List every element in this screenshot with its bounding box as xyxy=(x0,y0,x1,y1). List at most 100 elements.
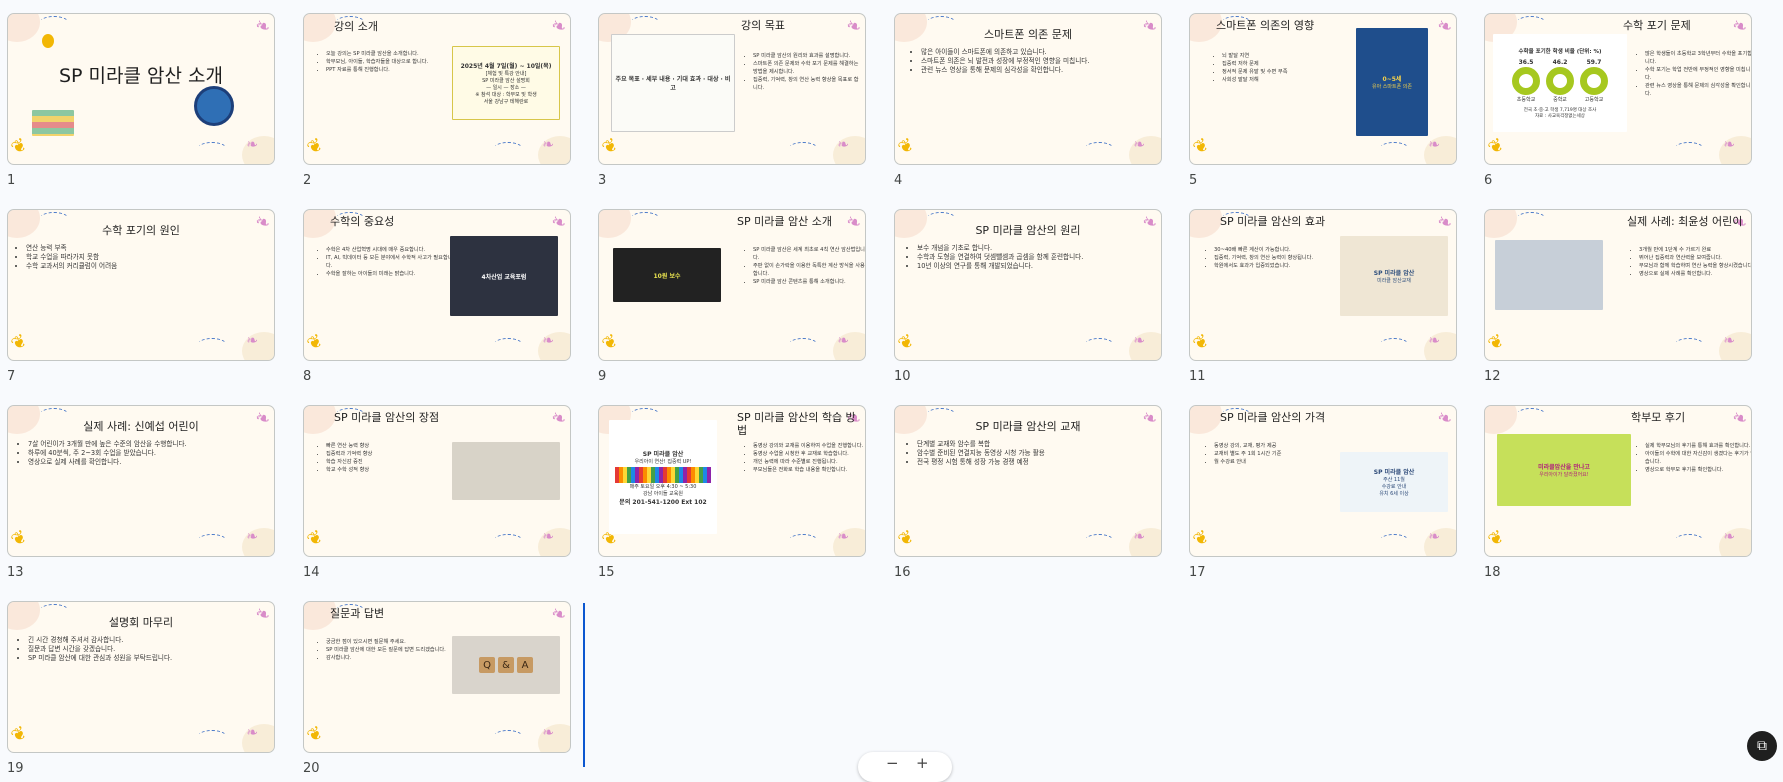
slide-number: 18 xyxy=(1484,565,1501,580)
slide-preview[interactable]: ❦❧❧SP 미라클 암산의 원리보수 개념을 기초로 합니다.수학과 도형을 연… xyxy=(894,209,1162,361)
slide-preview[interactable]: ❦ ❧ ❧ 스마트폰 의존의 영향뇌 발달 지연집중력 저하 문제정서적 문제 유발 … xyxy=(1189,13,1457,165)
donut-value: 36.5 xyxy=(1518,59,1534,66)
bullet-item: 전국 평정 시험 통해 성장 가능 경쟁 예정 xyxy=(917,458,1157,467)
leaf-icon: ❧ xyxy=(547,406,570,431)
bullet-item: 감사합니다. xyxy=(326,654,454,662)
bullet-item: 학부모님, 아이들, 학습자들을 대상으로 합니다. xyxy=(326,58,456,66)
bullet-item: 스마트폰 의존 문제와 수학 포기 문제를 해결하는 방법을 제시합니다. xyxy=(753,60,863,76)
slide-thumbnail-16[interactable]: ❦❧❧SP 미라클 암산의 교재단계별 교재와 암수를 복합암수별 준비된 연결… xyxy=(892,403,1164,580)
assistant-button[interactable]: ⧉ xyxy=(1747,731,1777,761)
slide-preview[interactable]: ❦❧❧실제 사례: 신예섭 어린이7살 어린이가 3개월 만에 높은 수준의 암… xyxy=(7,405,275,557)
leaf-icon: ❧ xyxy=(1723,137,1735,153)
zoom-control[interactable]: − + xyxy=(858,752,952,782)
slide-image xyxy=(1495,240,1603,310)
bullet-list: 동영상 강의와 교재를 이용하여 수업을 진행합니다.동영상 수업을 시청한 후… xyxy=(743,442,865,474)
bullet-item: 부모님들은 전화로 학습 내용을 확인합니다. xyxy=(753,466,865,474)
bullet-item: 집중력, 기억력, 창의 연산 능력이 향상됩니다. xyxy=(1214,254,1344,262)
slide-thumbnail-2[interactable]: ❦ ❧ ❧ 강의 소개오늘 강의는 SP 미라클 암산을 소개합니다.학부모님, 아이… xyxy=(301,11,573,188)
slide-preview[interactable]: ❦❧❧실제 사례: 최윤성 어린이3개월 만에 1단계 수 가르기 완료뛰어난 … xyxy=(1484,209,1752,361)
slide-thumbnail-4[interactable]: ❦❧❧스마트폰 의존 문제많은 아이들이 스마트폰에 의존하고 있습니다.스마트… xyxy=(892,11,1164,188)
bullet-item: 학습 자신감 증진 xyxy=(326,458,456,466)
bullet-item: 영상으로 학부모 후기를 확인합니다. xyxy=(1645,466,1751,474)
leaf-icon: ❧ xyxy=(837,137,849,153)
slide-number: 16 xyxy=(894,565,911,580)
bullet-item: 동영상 수업을 시청한 후 교재로 학습합니다. xyxy=(753,450,865,458)
bullet-item: 10년 이상의 연구를 통해 개발되었습니다. xyxy=(917,262,1157,271)
slide-thumbnail-6[interactable]: ❦ ❧ ❧ 수학 포기 문제많은 학생들이 초등학교 3학년부터 수학을 포기합니다.… xyxy=(1482,11,1754,188)
slide-preview[interactable]: ❦ ❧ ❧ SP 미라클 암산의 효과 30~40배 빠른 계산이 가능합니다.집중력,… xyxy=(1189,209,1457,361)
slide-image: Q & A xyxy=(452,636,560,694)
slide-number: 8 xyxy=(303,369,312,384)
zoom-out-button[interactable]: − xyxy=(886,754,899,772)
bullet-item: 궁금한 점이 있으시면 질문해 주세요. xyxy=(326,638,454,646)
slide-thumbnail-11[interactable]: ❦ ❧ ❧ SP 미라클 암산의 효과 30~40배 빠른 계산이 가능합니다.집중력,… xyxy=(1187,207,1459,384)
leaf-icon: ❧ xyxy=(246,725,258,741)
leaf-icon: ❧ xyxy=(1433,210,1456,235)
slide-title: 질문과 답변 xyxy=(330,607,385,620)
leaf-icon: ❦ xyxy=(303,525,328,552)
slide-thumbnail-3[interactable]: ❦ ❧ ❧ 강의 목표 SP 미라클 암산의 원리와 효과를 설명합니다.스마트폰 의존… xyxy=(596,11,868,188)
slide-preview[interactable]: ❦ ❧ ❧ 강의 목표 SP 미라클 암산의 원리와 효과를 설명합니다.스마트폰 의존… xyxy=(598,13,866,165)
slide-thumbnail-17[interactable]: ❦ ❧ ❧ SP 미라클 암산의 가격동영상 강의, 교재, 평가 제공교재비 별도 … xyxy=(1187,403,1459,580)
slide-title: 실제 사례: 최윤성 어린이 xyxy=(1627,215,1743,228)
bullet-item: 집중력과 기억력 향상 xyxy=(326,450,456,458)
slide-number: 11 xyxy=(1189,369,1206,384)
slide-thumbnail-12[interactable]: ❦❧❧실제 사례: 최윤성 어린이3개월 만에 1단계 수 가르기 완료뛰어난 … xyxy=(1482,207,1754,384)
slide-title: 실제 사례: 신예섭 어린이 xyxy=(83,420,199,433)
slide-preview[interactable]: ❦ ❧ ❧ SP 미라클 암산의 가격동영상 강의, 교재, 평가 제공교재비 별도 … xyxy=(1189,405,1457,557)
bullet-item: 교재비 별도 주 1회 1시간 기준 xyxy=(1214,450,1342,458)
slide-thumbnail-5[interactable]: ❦ ❧ ❧ 스마트폰 의존의 영향뇌 발달 지연집중력 저하 문제정서적 문제 유발 … xyxy=(1187,11,1459,188)
slide-thumbnail-9[interactable]: ❦ ❧ ❧ SP 미라클 암산 소개 SP 미라클 암산은 세계 최초로 4칙 연산 암… xyxy=(596,207,868,384)
slide-thumbnail-7[interactable]: ❦❧❧수학 포기의 원인연산 능력 부족학교 수업을 따라가지 못함수학 교과서… xyxy=(5,207,277,384)
slide-thumbnail-15[interactable]: ❦❧❧SP 미라클 암산의 학습 방법동영상 강의와 교재를 이용하여 수업을 … xyxy=(596,403,868,580)
slide-thumbnail-1[interactable]: ❦ ❧ ❧ SP 미라클 암산 소개 1 xyxy=(5,11,277,188)
bullet-item: 수학과 도형을 연결하여 덧셈뺄셈과 곱셈을 함께 훈련합니다. xyxy=(917,253,1157,262)
slide-preview[interactable]: ❦ ❧ ❧ 수학 포기 문제많은 학생들이 초등학교 3학년부터 수학을 포기합니다.… xyxy=(1484,13,1752,165)
donut-label: 고등학교 xyxy=(1584,97,1604,103)
slide-thumbnail-13[interactable]: ❦❧❧실제 사례: 신예섭 어린이7살 어린이가 3개월 만에 높은 수준의 암… xyxy=(5,403,277,580)
slide-number: 14 xyxy=(303,565,320,580)
slide-thumbnail-8[interactable]: ❦ ❧ ❧ 수학의 중요성수학은 4차 산업혁명 시대에 매우 중요합니다.IT, A… xyxy=(301,207,573,384)
slide-preview[interactable]: ❦❧❧SP 미라클 암산의 학습 방법동영상 강의와 교재를 이용하여 수업을 … xyxy=(598,405,866,557)
bullet-list: SP 미라클 암산의 원리와 효과를 설명합니다.스마트폰 의존 문제와 수학 … xyxy=(743,52,863,92)
bullet-item: 많은 아이들이 스마트폰에 의존하고 있습니다. xyxy=(921,48,1161,57)
bullet-item: 개인 능력에 따라 수준별로 진행됩니다. xyxy=(753,458,865,466)
slide-thumbnail-14[interactable]: ❦ ❧ ❧ SP 미라클 암산의 장점빠른 연산 능력 향상집중력과 기억력 향상학습… xyxy=(301,403,573,580)
slide-preview[interactable]: ❦❧❧스마트폰 의존 문제많은 아이들이 스마트폰에 의존하고 있습니다.스마트… xyxy=(894,13,1162,165)
donut-item: 46.2 중학교 xyxy=(1546,59,1574,103)
slide-preview[interactable]: ❦ ❧ ❧ SP 미라클 암산의 장점빠른 연산 능력 향상집중력과 기억력 향상학습… xyxy=(303,405,571,557)
bullet-list: 오늘 강의는 SP 미라클 암산을 소개합니다.학부모님, 아이들, 학습자들을… xyxy=(316,50,456,74)
slide-thumbnail-18[interactable]: ❦ ❧ ❧ 학부모 후기실제 학부모님의 후기를 통해 효과를 확인합니다.아이들의 … xyxy=(1482,403,1754,580)
slide-thumbnail-19[interactable]: ❦❧❧설명회 마무리긴 시간 경청해 주셔서 감사합니다.질문과 답변 시간을 … xyxy=(5,599,277,776)
slide-thumbnail-20[interactable]: ❦ ❧ ❧ 질문과 답변궁금한 점이 있으시면 질문해 주세요.SP 미라클 암산에 … xyxy=(301,599,573,776)
leaf-icon: ❦ xyxy=(7,133,32,160)
zoom-in-button[interactable]: + xyxy=(916,754,929,772)
slide-preview[interactable]: ❦ ❧ ❧ 수학의 중요성수학은 4차 산업혁명 시대에 매우 중요합니다.IT, A… xyxy=(303,209,571,361)
slide-preview[interactable]: ❦❧❧수학 포기의 원인연산 능력 부족학교 수업을 따라가지 못함수학 교과서… xyxy=(7,209,275,361)
slide-preview[interactable]: ❦ ❧ ❧ 질문과 답변궁금한 점이 있으시면 질문해 주세요.SP 미라클 암산에 … xyxy=(303,601,571,753)
bullet-item: 월 수강료 안내 xyxy=(1214,458,1342,466)
bullet-item: 보수 개념을 기초로 합니다. xyxy=(917,244,1157,253)
slide-image: SP 미라클 암산 주산 11월 수강료 안내 유치 6세 이상 xyxy=(1340,452,1448,512)
slide-preview[interactable]: ❦ ❧ ❧ SP 미라클 암산 소개 SP 미라클 암산은 세계 최초로 4칙 연산 암… xyxy=(598,209,866,361)
slide-preview[interactable]: ❦ ❧ ❧ 학부모 후기실제 학부모님의 후기를 통해 효과를 확인합니다.아이들의 … xyxy=(1484,405,1752,557)
dotted-swirl-icon xyxy=(492,142,524,158)
decor-blob xyxy=(304,14,336,42)
decor-blob xyxy=(1485,406,1517,434)
image-text: 강남 아이들 교육원 xyxy=(643,490,683,497)
slide-thumbnail-10[interactable]: ❦❧❧SP 미라클 암산의 원리보수 개념을 기초로 합니다.수학과 도형을 연… xyxy=(892,207,1164,384)
dotted-swirl-icon xyxy=(1515,408,1547,424)
bullet-list: 3개월 만에 1단계 수 가르기 완료뛰어난 집중력과 연산력을 보여줍니다.부… xyxy=(1629,246,1751,278)
bullet-item: 동영상 강의와 교재를 이용하여 수업을 진행합니다. xyxy=(753,442,865,450)
leaf-icon: ❦ xyxy=(303,329,328,356)
slide-title: SP 미라클 암산 소개 xyxy=(59,65,223,87)
slide-title: 스마트폰 의존 문제 xyxy=(984,28,1072,41)
donut-label: 초등학교 xyxy=(1516,97,1536,103)
slide-preview[interactable]: ❦ ❧ ❧ 강의 소개오늘 강의는 SP 미라클 암산을 소개합니다.학부모님, 아이… xyxy=(303,13,571,165)
bullet-list: 보수 개념을 기초로 합니다.수학과 도형을 연결하여 덧셈뺄셈과 곱셈을 함께… xyxy=(907,244,1157,271)
bullet-list: SP 미라클 암산은 세계 최초로 4칙 연산 암산법입니다.주판 없이 손가락… xyxy=(743,246,865,286)
slide-preview[interactable]: ❦❧❧SP 미라클 암산의 교재단계별 교재와 암수를 복합암수별 준비된 연결… xyxy=(894,405,1162,557)
slide-number: 3 xyxy=(598,173,607,188)
slide-preview[interactable]: ❦ ❧ ❧ SP 미라클 암산 소개 xyxy=(7,13,275,165)
slide-preview[interactable]: ❦❧❧설명회 마무리긴 시간 경청해 주셔서 감사합니다.질문과 답변 시간을 … xyxy=(7,601,275,753)
